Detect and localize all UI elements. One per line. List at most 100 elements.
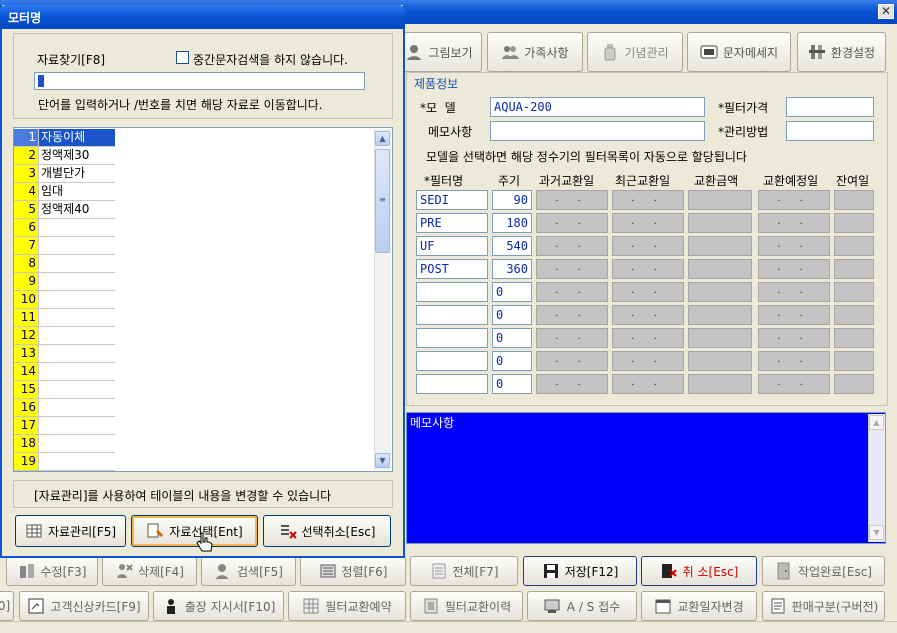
list-item[interactable]: 6 (14, 219, 115, 237)
list-item[interactable]: 19 (14, 453, 115, 471)
recent-date-cell[interactable]: . . (612, 190, 684, 210)
remaining-cell[interactable] (834, 213, 874, 233)
recent-date-cell[interactable]: . . (612, 213, 684, 233)
list-scroll-up[interactable]: ▲ (375, 131, 390, 146)
filter-price-input[interactable] (786, 97, 874, 117)
customer-card-button[interactable]: 고객신상카드[F9] (19, 591, 149, 621)
filter-name-cell[interactable]: PRE (416, 213, 488, 233)
list-item[interactable]: 5 정액제40 (14, 201, 115, 219)
memo-scrollbar[interactable]: ▲ ▼ (868, 414, 885, 542)
change-date-button[interactable]: 교환일자변경 (641, 591, 757, 621)
recent-date-cell[interactable]: . . (612, 374, 684, 394)
search-button[interactable]: 검색[F5] (201, 556, 296, 586)
remaining-cell[interactable] (834, 282, 874, 302)
amount-cell[interactable] (688, 328, 752, 348)
amount-cell[interactable] (688, 236, 752, 256)
recent-date-cell[interactable]: . . (612, 259, 684, 279)
filter-cycle-cell[interactable]: 540 (492, 236, 532, 256)
search-input[interactable] (34, 72, 365, 90)
item-list-scrollbar[interactable]: ▲ ≡ ▼ (374, 129, 391, 470)
list-item[interactable]: 7 (14, 237, 115, 255)
amount-cell[interactable] (688, 190, 752, 210)
list-scroll-thumb[interactable]: ≡ (375, 149, 390, 253)
remaining-cell[interactable] (834, 374, 874, 394)
list-item[interactable]: 13 (14, 345, 115, 363)
filter-name-cell[interactable] (416, 374, 488, 394)
list-item[interactable]: 16 (14, 399, 115, 417)
past-date-cell[interactable]: . . (536, 190, 608, 210)
list-scroll-down[interactable]: ▼ (375, 453, 390, 468)
past-date-cell[interactable]: . . (536, 282, 608, 302)
recent-date-cell[interactable]: . . (612, 351, 684, 371)
list-item[interactable]: 8 (14, 255, 115, 273)
anniversary-button[interactable]: 기념관리 (587, 32, 683, 72)
recent-date-cell[interactable]: . . (612, 328, 684, 348)
remaining-cell[interactable] (834, 236, 874, 256)
dispatch-order-button[interactable]: 출장 지시서[F10] (153, 591, 284, 621)
next-date-cell[interactable]: . . (758, 236, 830, 256)
filter-cycle-cell[interactable]: 0 (492, 305, 532, 325)
save-button[interactable]: 저장[F12] (523, 556, 637, 586)
next-date-cell[interactable]: . . (758, 282, 830, 302)
past-date-cell[interactable]: . . (536, 305, 608, 325)
delete-button[interactable]: 삭제[F4] (102, 556, 197, 586)
data-manage-button[interactable]: 자료관리[F5] (15, 515, 126, 547)
f8-button-partial[interactable]: 0] (0, 591, 14, 621)
manage-method-input[interactable] (786, 121, 874, 141)
filter-name-cell[interactable] (416, 351, 488, 371)
family-button[interactable]: 가족사항 (487, 32, 583, 72)
amount-cell[interactable] (688, 282, 752, 302)
amount-cell[interactable] (688, 213, 752, 233)
list-item[interactable]: 1 자동이체 (14, 129, 115, 147)
filter-name-cell[interactable]: UF (416, 236, 488, 256)
past-date-cell[interactable]: . . (536, 259, 608, 279)
past-date-cell[interactable]: . . (536, 374, 608, 394)
remaining-cell[interactable] (834, 305, 874, 325)
list-item[interactable]: 2 정액제30 (14, 147, 115, 165)
list-item[interactable]: 12 (14, 327, 115, 345)
filter-cycle-cell[interactable]: 90 (492, 190, 532, 210)
past-date-cell[interactable]: . . (536, 236, 608, 256)
past-date-cell[interactable]: . . (536, 351, 608, 371)
list-item[interactable]: 15 (14, 381, 115, 399)
next-date-cell[interactable]: . . (758, 374, 830, 394)
edit-button[interactable]: 수정[F3] (6, 556, 98, 586)
filter-name-cell[interactable]: SEDI (416, 190, 488, 210)
settings-button[interactable]: 환경설정 (797, 32, 886, 72)
memo-scroll-up[interactable]: ▲ (869, 415, 884, 430)
filter-cycle-cell[interactable]: 360 (492, 259, 532, 279)
list-item[interactable]: 10 (14, 291, 115, 309)
sms-button[interactable]: 문자메세지 (687, 32, 791, 72)
next-date-cell[interactable]: . . (758, 213, 830, 233)
memo-input[interactable] (490, 121, 705, 141)
amount-cell[interactable] (688, 374, 752, 394)
memo-area[interactable] (406, 412, 886, 544)
remaining-cell[interactable] (834, 351, 874, 371)
filter-name-cell[interactable]: POST (416, 259, 488, 279)
next-date-cell[interactable]: . . (758, 190, 830, 210)
next-date-cell[interactable]: . . (758, 351, 830, 371)
all-button[interactable]: 전체[F7] (410, 556, 518, 586)
sort-button[interactable]: 정렬[F6] (300, 556, 406, 586)
deselect-button[interactable]: 선택취소[Esc] (263, 515, 391, 547)
list-item[interactable]: 11 (14, 309, 115, 327)
filter-cycle-cell[interactable]: 0 (492, 374, 532, 394)
sales-type-button[interactable]: 판매구분(구버전) (762, 591, 885, 621)
list-item[interactable]: 3 개별단가 (14, 165, 115, 183)
next-date-cell[interactable]: . . (758, 328, 830, 348)
filter-cycle-cell[interactable]: 180 (492, 213, 532, 233)
dialog-titlebar[interactable] (0, 5, 405, 29)
close-button[interactable]: ✕ (878, 4, 894, 19)
picture-view-button[interactable]: 그림보기 (396, 32, 482, 72)
list-item[interactable]: 14 (14, 363, 115, 381)
next-date-cell[interactable]: . . (758, 305, 830, 325)
list-item[interactable]: 17 (14, 417, 115, 435)
filter-history-button[interactable]: 필터교환이력 (410, 591, 523, 621)
list-item[interactable]: 18 (14, 435, 115, 453)
remaining-cell[interactable] (834, 259, 874, 279)
amount-cell[interactable] (688, 259, 752, 279)
filter-reserve-button[interactable]: 필터교환예약 (288, 591, 406, 621)
filter-name-cell[interactable] (416, 282, 488, 302)
remaining-cell[interactable] (834, 190, 874, 210)
amount-cell[interactable] (688, 351, 752, 371)
